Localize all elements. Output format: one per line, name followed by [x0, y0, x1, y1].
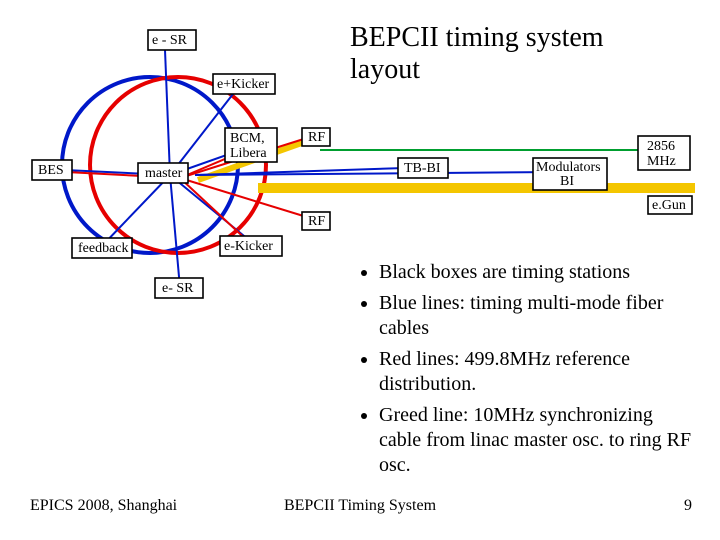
- label-e-minus-sr2: e- SR: [162, 281, 194, 296]
- label-bes: BES: [38, 163, 64, 178]
- bullet-item: Blue lines: timing multi-mode fiber cabl…: [379, 291, 695, 341]
- label-2856-1: 2856: [647, 139, 675, 154]
- page-title: BEPCII timing system layout: [350, 22, 604, 86]
- label-mod1: Modulators: [536, 160, 601, 175]
- label-bcm2: Libera: [230, 146, 267, 161]
- bullet-item: Black boxes are timing stations: [379, 260, 695, 285]
- footer-center: BEPCII Timing System: [0, 497, 720, 515]
- label-2856-2: MHz: [647, 154, 676, 169]
- title-line1: BEPCII timing system: [350, 22, 604, 53]
- bullet-item: Greed line: 10MHz synchronizing cable fr…: [379, 403, 695, 478]
- label-tb-bi: TB-BI: [404, 161, 441, 176]
- title-line2: layout: [350, 54, 420, 85]
- label-e-plus-kicker: e+Kicker: [217, 77, 270, 92]
- label-rf-bottom: RF: [308, 214, 325, 229]
- label-master: master: [145, 166, 183, 181]
- bullet-list: Black boxes are timing stations Blue lin…: [355, 260, 695, 484]
- label-egun: e.Gun: [652, 198, 686, 213]
- label-e-minus-sr: e - SR: [152, 33, 188, 48]
- label-e-minus-kicker: e-Kicker: [224, 239, 273, 254]
- label-rf-top: RF: [308, 130, 325, 145]
- bullet-item: Red lines: 499.8MHz reference distributi…: [379, 347, 695, 397]
- footer-page: 9: [684, 497, 692, 515]
- label-feedback: feedback: [78, 241, 129, 256]
- label-bcm1: BCM,: [230, 131, 265, 146]
- label-mod2: BI: [560, 174, 574, 189]
